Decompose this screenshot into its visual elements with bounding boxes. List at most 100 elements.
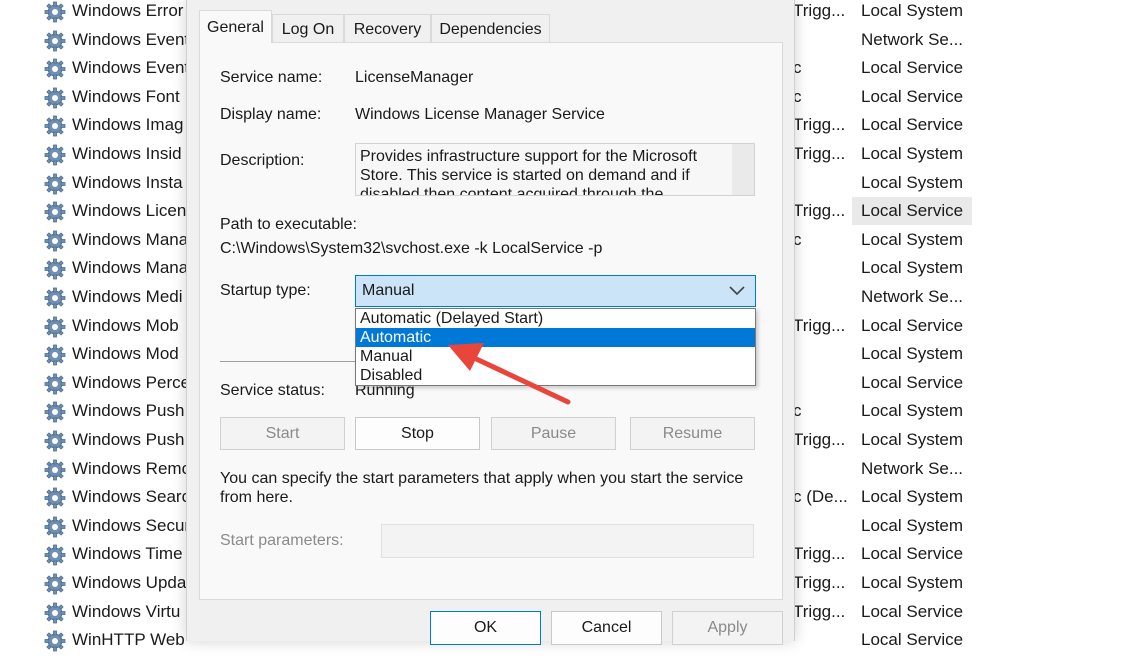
description-label: Description:: [220, 152, 305, 169]
service-row-name: Windows Mod: [72, 344, 179, 364]
display-name-value: Windows License Manager Service: [355, 106, 605, 123]
option-disabled[interactable]: Disabled: [356, 366, 755, 385]
service-row-name: Windows Mana: [72, 229, 189, 249]
separator: [220, 361, 370, 362]
cancel-button[interactable]: Cancel: [551, 611, 662, 645]
gear-icon: [44, 516, 66, 538]
gear-icon: [44, 173, 66, 195]
service-status-label: Service status:: [220, 382, 325, 399]
option-automatic-delayed[interactable]: Automatic (Delayed Start): [356, 309, 755, 328]
tab-recovery[interactable]: Recovery: [344, 14, 431, 43]
service-row-logon: Local System: [861, 487, 964, 507]
gear-icon: [44, 115, 66, 137]
service-row-name: Windows Event: [72, 29, 190, 49]
tab-dependencies[interactable]: Dependencies: [431, 14, 550, 43]
option-manual[interactable]: Manual: [356, 347, 755, 366]
resume-button[interactable]: Resume: [630, 417, 755, 450]
general-tab-panel: Service name: LicenseManager Display nam…: [199, 42, 783, 600]
service-row-name: Windows Insta: [72, 172, 183, 192]
service-row-logon: Network Se...: [861, 458, 964, 478]
start-params-input[interactable]: [381, 524, 754, 558]
description-scrollbar[interactable]: [732, 144, 754, 195]
service-row-logon: Network Se...: [861, 287, 964, 306]
service-row-logon: Local System: [861, 229, 964, 249]
gear-icon: [44, 230, 66, 252]
service-row-logon: Local Service: [852, 197, 972, 226]
service-name-label: Service name:: [220, 69, 323, 86]
start-params-label: Start parameters:: [220, 532, 344, 549]
gear-icon: [44, 630, 66, 652]
gear-icon: [44, 459, 66, 481]
gear-icon: [44, 573, 66, 595]
service-row-startup: c (De...: [793, 487, 848, 507]
path-label: Path to executable:: [220, 216, 357, 233]
service-row-logon: Local Service: [861, 630, 964, 650]
service-row-startup: Trigg...: [793, 544, 846, 564]
service-row-logon: Local Service: [861, 372, 964, 392]
service-row-logon: Local Service: [861, 115, 964, 135]
stop-button[interactable]: Stop: [355, 417, 480, 450]
service-properties-dialog: General Log On Recovery Dependencies Ser…: [186, 0, 795, 645]
chevron-down-icon: [729, 286, 745, 296]
service-row-name: Windows Event: [72, 58, 190, 78]
service-row-name: Windows Perce: [72, 372, 191, 392]
start-params-hint: You can specify the start parameters tha…: [220, 470, 744, 506]
service-row-name: Windows Medi: [72, 287, 183, 306]
service-row-startup: Trigg...: [793, 573, 846, 592]
service-row-logon: Local System: [861, 515, 964, 535]
ok-button[interactable]: OK: [430, 611, 541, 645]
service-row-name: Windows Mob: [72, 315, 179, 335]
gear-icon: [44, 1, 66, 23]
gear-icon: [44, 430, 66, 452]
gear-icon: [44, 373, 66, 395]
gear-icon: [44, 58, 66, 80]
service-row-startup: Trigg...: [793, 1, 846, 20]
service-row-name: Windows Virtu: [72, 601, 181, 621]
service-row-name: Windows Push: [72, 401, 185, 421]
start-button[interactable]: Start: [220, 417, 345, 450]
apply-button[interactable]: Apply: [672, 611, 783, 645]
service-row-name: Windows Time: [72, 544, 183, 564]
description-box[interactable]: Provides infrastructure support for the …: [355, 143, 755, 196]
service-row-startup: Trigg...: [793, 430, 846, 449]
service-row-logon: Network Se...: [861, 29, 964, 49]
gear-icon: [44, 144, 66, 166]
service-row-name: Windows Secur: [72, 515, 191, 535]
service-name-value: LicenseManager: [355, 69, 474, 86]
service-row-logon: Local Service: [861, 86, 964, 106]
service-row-name: Windows Error: [72, 1, 184, 20]
service-row-logon: Local System: [861, 258, 964, 278]
service-row-logon: Local System: [861, 401, 964, 421]
gear-icon: [44, 544, 66, 566]
service-row-name: Windows Imag: [72, 115, 184, 135]
description-text: Provides infrastructure support for the …: [360, 148, 698, 196]
service-row-logon: Local Service: [861, 315, 964, 335]
service-row-logon: Local System: [861, 573, 964, 592]
pause-button[interactable]: Pause: [491, 417, 616, 450]
service-row-logon: Local Service: [861, 544, 964, 564]
tab-log-on[interactable]: Log On: [272, 14, 344, 43]
service-row-name: Windows Font: [72, 86, 180, 106]
service-row-startup: Trigg...: [793, 201, 846, 221]
service-row-name: Windows Searc: [72, 487, 191, 507]
startup-type-dropdown[interactable]: Automatic (Delayed Start) Automatic Manu…: [355, 308, 756, 386]
service-row-logon: Local System: [861, 172, 964, 192]
path-value: C:\Windows\System32\svchost.exe -k Local…: [220, 240, 603, 257]
service-row-name: Windows Mana: [72, 258, 189, 278]
gear-icon: [44, 30, 66, 52]
tab-general[interactable]: General: [199, 10, 272, 43]
gear-icon: [44, 87, 66, 109]
service-row-startup: Trigg...: [793, 601, 846, 621]
display-name-label: Display name:: [220, 106, 322, 123]
gear-icon: [44, 344, 66, 366]
service-row-startup: Trigg...: [793, 144, 846, 163]
service-row-name: Windows Push: [72, 430, 185, 449]
service-row-logon: Local System: [861, 430, 964, 449]
startup-type-select[interactable]: Manual: [355, 275, 756, 307]
service-row-logon: Local System: [861, 344, 964, 364]
option-automatic[interactable]: Automatic: [356, 328, 755, 347]
gear-icon: [44, 602, 66, 624]
service-row-name: Windows Upda: [72, 573, 187, 592]
service-row-logon: Local Service: [861, 58, 964, 78]
service-row-startup: Trigg...: [793, 115, 846, 135]
